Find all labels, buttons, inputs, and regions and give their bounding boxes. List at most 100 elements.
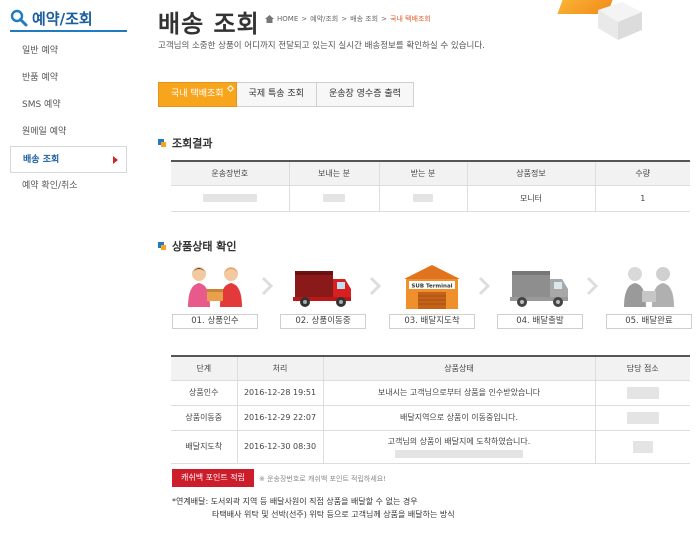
breadcrumb-separator: > [381, 15, 387, 23]
sidebar-title-text: 예약/조회 [32, 9, 93, 28]
sidebar-item-onemail[interactable]: 원메일 예약 [10, 119, 127, 146]
sidebar-item-general[interactable]: 일반 예약 [10, 38, 127, 65]
decorative-cube-icon [592, 0, 644, 40]
sidebar-menu: 일반 예약 반품 예약 SMS 예약 원메일 예약 배송 조회 예약 확인/취소 [10, 38, 127, 200]
chevron-right-icon [476, 276, 492, 296]
stage-cell: 상품인수 [171, 380, 237, 406]
status-title-text: 상품상태 확인 [172, 240, 237, 253]
table-row: 모니터 1 [171, 185, 690, 212]
home-icon [265, 15, 274, 23]
sender [288, 185, 379, 212]
section-bullet-icon [158, 242, 166, 250]
footnote-line-1: *연계배달: 도서외곽 지역 등 배달사원이 직접 상품을 배달할 수 없는 경… [172, 497, 418, 506]
sidebar-item-tracking[interactable]: 배송 조회 [10, 146, 127, 173]
col-header: 상품정보 [466, 160, 595, 186]
search-icon [10, 9, 28, 27]
col-header: 단계 [171, 355, 237, 381]
chevron-right-icon [259, 276, 275, 296]
table-row: 상품인수 2016-12-28 19:51 보내시는 고객님으로부터 상품을 인… [171, 380, 690, 406]
delivered-people-icon [606, 262, 692, 312]
status-section-title: 상품상태 확인 [158, 238, 237, 254]
step-label: 04. 배달출발 [497, 314, 583, 329]
tab-receipt-print[interactable]: 운송장 영수증 출력 [316, 82, 414, 107]
sidebar-item-label: 배송 조회 [23, 155, 60, 165]
breadcrumb-separator: > [301, 15, 308, 23]
step-label: 05. 배달완료 [606, 314, 692, 329]
branch-cell [594, 380, 690, 406]
table-header-row: 운송장번호 보내는 분 받는 분 상품정보 수량 [171, 160, 690, 186]
result-table: 운송장번호 보내는 분 받는 분 상품정보 수량 모니터 1 [171, 160, 690, 212]
sidebar-item-sms[interactable]: SMS 예약 [10, 92, 127, 119]
col-header: 수량 [594, 160, 690, 186]
col-header: 보내는 분 [288, 160, 379, 186]
branch-cell [594, 430, 690, 464]
state-cell: 보내시는 고객님으로부터 상품을 인수받았습니다 [322, 380, 595, 406]
step-item: SUB Terminal 03. 배달지도착 [389, 262, 475, 329]
breadcrumb-current: 국내 택배조회 [390, 15, 431, 23]
handover-people-icon [172, 262, 258, 312]
redacted-value [626, 386, 659, 399]
result-section-title: 조회결과 [158, 135, 212, 151]
step-label: 03. 배달지도착 [389, 314, 475, 329]
step-item: 05. 배달완료 [606, 262, 692, 329]
table-row: 배달지도착 2016-12-30 08:30 고객님의 상품이 배달지에 도착하… [171, 430, 690, 464]
sidebar-item-return[interactable]: 반품 예약 [10, 65, 127, 92]
receiver [378, 185, 467, 212]
result-title-text: 조회결과 [172, 137, 213, 150]
redacted-value [632, 440, 653, 453]
step-item: 02. 상품이동중 [280, 262, 366, 329]
page-description: 고객님의 소중한 상품이 어디까지 전달되고 있는지 실시간 배송정보를 확인하… [158, 41, 485, 51]
tab-bar: 국내 택배조회 국제 특송 조회 운송장 영수증 출력 [158, 82, 414, 107]
redacted-value [395, 449, 523, 458]
chevron-right-icon [584, 276, 600, 296]
chevron-right-icon [367, 276, 383, 296]
tab-international[interactable]: 국제 특송 조회 [236, 82, 317, 107]
time-cell: 2016-12-29 22:07 [236, 405, 323, 431]
step-item: 04. 배달출발 [497, 262, 583, 329]
stage-cell: 배달지도착 [171, 430, 237, 464]
table-row: 상품이동중 2016-12-29 22:07 배달지역으로 상품이 이동중입니다… [171, 405, 690, 431]
red-truck-icon [280, 262, 366, 312]
cashback-note: ※ 운송장번호로 캐쉬백 포인트 적립하세요! [259, 475, 387, 483]
tab-label: 국내 택배조회 [171, 89, 224, 99]
breadcrumb-home[interactable]: HOME [277, 15, 298, 23]
redacted-value [323, 194, 345, 202]
terminal-sign-text: SUB Terminal [411, 284, 452, 290]
col-header: 상품상태 [322, 355, 595, 381]
col-header: 받는 분 [378, 160, 467, 186]
tab-domestic[interactable]: 국내 택배조회 [158, 82, 237, 107]
col-header: 운송장번호 [171, 160, 289, 186]
quantity: 1 [594, 185, 690, 212]
col-header: 처리 [236, 355, 323, 381]
sidebar-item-confirm-cancel[interactable]: 예약 확인/취소 [10, 173, 127, 200]
step-label: 02. 상품이동중 [280, 314, 366, 329]
col-header: 담당 점소 [594, 355, 690, 381]
redacted-value [626, 411, 659, 424]
cashback-point-button[interactable]: 캐쉬백 포인트 적립 [172, 469, 254, 487]
waybill-number [171, 185, 289, 212]
state-cell: 고객님의 상품이 배달지에 도착하였습니다. [322, 430, 595, 464]
sidebar: 예약/조회 일반 예약 반품 예약 SMS 예약 원메일 예약 배송 조회 예약… [0, 0, 130, 535]
stage-cell: 상품이동중 [171, 405, 237, 431]
table-header-row: 단계 처리 상품상태 담당 점소 [171, 355, 690, 381]
section-bullet-icon [158, 139, 166, 147]
breadcrumb-tracking[interactable]: 배송 조회 [350, 14, 378, 24]
footnote-line-2: 타택배사 위탁 및 선박(선주) 위탁 등으로 고객님께 상품을 배달하는 방식 [212, 510, 455, 519]
step-label: 01. 상품인수 [172, 314, 258, 329]
sidebar-title: 예약/조회 [10, 6, 127, 32]
time-cell: 2016-12-30 08:30 [236, 430, 323, 464]
state-cell: 배달지역으로 상품이 이동중입니다. [322, 405, 595, 431]
step-item: 01. 상품인수 [172, 262, 258, 329]
redacted-value [413, 194, 433, 202]
status-table: 단계 처리 상품상태 담당 점소 상품인수 2016-12-28 19:51 보… [171, 355, 690, 464]
diamond-icon [226, 84, 234, 93]
time-cell: 2016-12-28 19:51 [236, 380, 323, 406]
breadcrumb-reservation[interactable]: 예약/조회 [310, 14, 338, 24]
redacted-value [202, 194, 257, 202]
breadcrumb: HOME > 예약/조회 > 배송 조회 > 국내 택배조회 [265, 14, 431, 24]
status-steps: 01. 상품인수 02. 상품이동중 SUB Terminal 03. 배달지도… [172, 262, 692, 332]
branch-cell [594, 405, 690, 431]
breadcrumb-separator: > [341, 15, 348, 23]
page-title: 배송 조회 [158, 10, 260, 38]
product-info: 모니터 [466, 185, 595, 212]
